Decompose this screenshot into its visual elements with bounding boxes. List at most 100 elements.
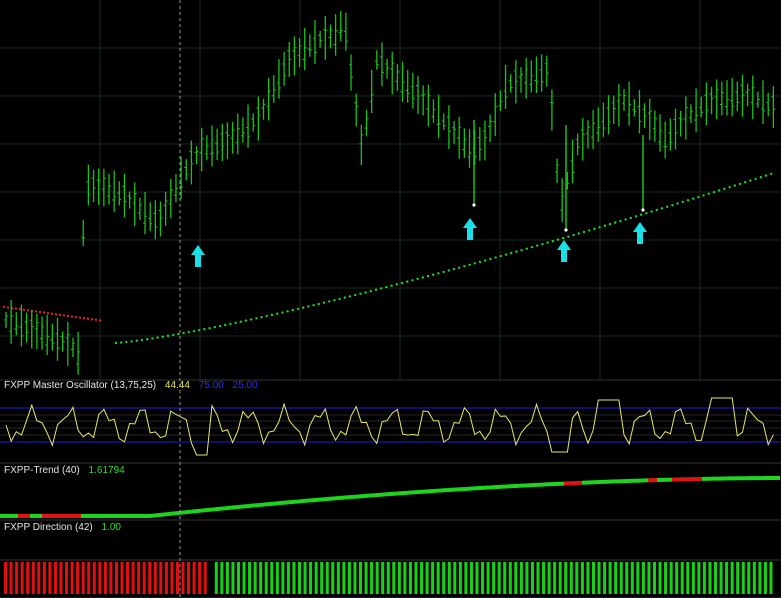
ma-dot [754, 177, 757, 181]
direction-bar [59, 562, 63, 594]
direction-bar [309, 562, 313, 594]
direction-bar [292, 562, 296, 594]
direction-bar [203, 562, 207, 594]
ma-dot [582, 230, 586, 234]
direction-bar [364, 562, 368, 594]
ma-dot [82, 317, 86, 320]
ma-dot [723, 187, 726, 191]
direction-bar [347, 562, 351, 594]
ma-dot [255, 317, 258, 320]
direction-bar [231, 562, 235, 594]
direction-bar [652, 562, 657, 594]
ma-dot [614, 221, 617, 224]
ma-dot [244, 319, 248, 322]
direction-bar [481, 562, 485, 594]
direction-bar [264, 562, 268, 594]
ma-dot [234, 321, 237, 325]
direction-bar [442, 562, 446, 594]
ma-dot [718, 189, 721, 192]
ma-dot [229, 322, 232, 326]
ma-dot [577, 232, 580, 235]
oscillator-value: 44.44 [165, 380, 190, 391]
direction-bar [109, 562, 113, 594]
ma-dot [494, 256, 497, 259]
ma-dot [504, 253, 508, 256]
direction-bar [414, 562, 418, 594]
direction-bar [508, 562, 512, 594]
signal-low-point [564, 228, 568, 232]
direction-bar [81, 562, 85, 594]
direction-bar [408, 562, 412, 594]
ma-dot [224, 323, 227, 327]
direction-bar [336, 562, 340, 594]
direction-bar [475, 562, 479, 594]
ma-dot [359, 292, 362, 295]
ma-dot [140, 338, 144, 342]
ma-dot [770, 172, 773, 176]
ma-dot [562, 236, 565, 240]
direction-bar [126, 562, 130, 594]
ma-dot [328, 300, 331, 303]
direction-bar [314, 562, 318, 594]
direction-bar [641, 562, 645, 594]
direction-bar [353, 562, 357, 594]
direction-bar [220, 562, 224, 594]
direction-bar [48, 562, 52, 594]
direction-bar [26, 562, 30, 594]
ma-dot [681, 200, 684, 204]
ma-dot [520, 248, 523, 252]
ma-dot [510, 251, 513, 255]
direction-bar [375, 562, 379, 594]
direction-bar [386, 562, 390, 594]
direction-label: FXPP Direction (42) 1.00 [4, 522, 121, 533]
direction-bar [153, 562, 157, 594]
direction-bar [769, 562, 773, 594]
ma-dot [712, 190, 716, 194]
ma-dot [125, 340, 128, 344]
ma-dot [598, 226, 601, 229]
direction-bar [98, 562, 102, 594]
oscillator-lower-level: 25.00 [233, 380, 258, 391]
direction-bar [758, 562, 762, 594]
ma-dot [390, 284, 393, 287]
ma-dot [94, 318, 98, 322]
oscillator-name: FXPP Master Oscillator (13,75,25) [4, 380, 156, 391]
direction-bar [558, 562, 562, 594]
direction-bar [625, 562, 629, 594]
direction-bar [114, 562, 118, 594]
direction-bar [713, 562, 718, 594]
direction-bar [536, 562, 540, 594]
signal-low-point [472, 203, 476, 207]
direction-bar [436, 562, 440, 594]
direction-bar [464, 562, 468, 594]
ma-dot [182, 331, 185, 335]
direction-bar [137, 562, 141, 594]
direction-bar [9, 562, 13, 594]
direction-bar [87, 562, 91, 594]
direction-bar [214, 562, 218, 594]
direction-bar [691, 562, 695, 594]
ma-dot [676, 202, 679, 205]
direction-bar [253, 562, 257, 594]
direction-bar [325, 562, 329, 594]
ma-dot [463, 265, 466, 268]
direction-bar [31, 562, 35, 594]
ma-dot [312, 304, 315, 307]
ma-dot [317, 302, 320, 306]
direction-bar [763, 562, 767, 594]
direction-bar [752, 562, 756, 594]
ma-dot [385, 285, 388, 289]
ma-dot [603, 224, 606, 227]
direction-bar [664, 562, 668, 594]
ma-dot [70, 315, 74, 318]
chart-background [0, 0, 781, 598]
ma-dot [738, 182, 742, 186]
direction-bar [569, 562, 573, 594]
ma-dot [120, 341, 123, 344]
direction-bar [458, 562, 462, 594]
ma-dot [54, 313, 58, 316]
direction-bar [597, 562, 601, 594]
ma-dot [660, 207, 664, 210]
trading-chart[interactable]: FXPP Master Oscillator (13,75,25) 44.44 … [0, 0, 781, 598]
direction-bar [192, 562, 196, 594]
